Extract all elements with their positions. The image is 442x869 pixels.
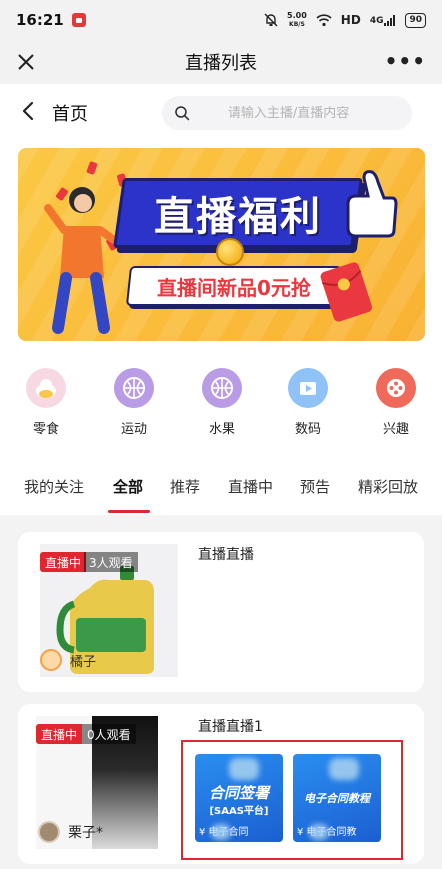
host-info: 栗子* [38, 821, 103, 843]
blur-mask [229, 758, 259, 780]
live-status-badge: 直播中 [36, 724, 83, 744]
net-speed-value: 5.00 [287, 11, 307, 20]
mute-bell-icon [264, 13, 278, 27]
banner-title: 直播福利 [154, 194, 322, 240]
live-card[interactable]: 直播中 0人观看 栗子* 直播直播1 合同签署 [SAAS平台] ¥ 电子合同 … [18, 704, 424, 864]
product-item[interactable]: 合同签署 [SAAS平台] ¥ 电子合同 [195, 754, 283, 842]
category-label: 兴趣 [382, 422, 409, 437]
promo-banner[interactable]: 直播福利 直播间新品0元抢 [18, 148, 425, 341]
nav-title: 直播列表 [185, 53, 257, 74]
banner-title-box: 直播福利 [113, 178, 363, 248]
tab-following[interactable]: 我的关注 [24, 476, 84, 497]
banner-subtitle: 直播间新品0元抢 [157, 275, 311, 300]
tab-active-indicator [108, 510, 150, 513]
video-icon [288, 368, 328, 408]
banner-subtitle-box: 直播间新品0元抢 [125, 266, 343, 306]
signal-icon [384, 14, 396, 26]
viewer-count-badge: 0人观看 [82, 724, 136, 744]
back-arrow-icon[interactable] [18, 100, 40, 122]
live-status-badge: 直播中 [40, 552, 87, 572]
close-icon[interactable] [14, 50, 38, 74]
battery-indicator: 90 [405, 12, 426, 28]
category-item[interactable]: 水果 [192, 368, 252, 437]
tab-all[interactable]: 全部 [113, 476, 143, 497]
tab-replay[interactable]: 精彩回放 [358, 476, 418, 497]
net-speed-unit: KB/S [289, 21, 305, 28]
tab-bar: 我的关注 全部 推荐 直播中 预告 精彩回放 [0, 476, 442, 514]
basketball-icon [114, 368, 154, 408]
more-options-button[interactable]: ••• [385, 51, 426, 71]
live-cover[interactable]: 直播中 0人观看 栗子* [36, 716, 158, 849]
category-label: 水果 [208, 422, 235, 437]
basketball-icon [202, 368, 242, 408]
search-box[interactable] [162, 96, 412, 130]
live-title[interactable]: 直播直播 [198, 544, 254, 564]
film-reel-icon [376, 368, 416, 408]
category-item[interactable]: 零食 [16, 368, 76, 437]
blur-mask [309, 824, 329, 840]
nav-bar: 直播列表 ••• [0, 40, 442, 84]
signal-label: 4G [369, 15, 384, 26]
category-label: 运动 [120, 422, 147, 437]
net-speed: 5.00 KB/S [287, 11, 307, 29]
snack-icon [26, 368, 66, 408]
category-label: 数码 [294, 422, 321, 437]
live-cover[interactable]: 直播中 3人观看 橘子 [40, 544, 178, 677]
thumbs-up-icon [346, 170, 398, 238]
category-item[interactable]: 兴趣 [366, 368, 426, 437]
category-item[interactable]: 运动 [104, 368, 164, 437]
product-title: 电子合同教程 [304, 792, 370, 805]
page-title: 首页 [52, 104, 88, 125]
host-info: 橘子 [40, 649, 96, 671]
product-subtitle: [SAAS平台] [209, 806, 269, 817]
status-icons: 5.00 KB/S HD 4G 90 [264, 11, 426, 29]
live-title[interactable]: 直播直播1 [198, 716, 263, 736]
status-time: 16:21 [16, 11, 64, 29]
avatar [40, 649, 62, 671]
product-item[interactable]: 电子合同教程 ¥ 电子合同教 [293, 754, 381, 842]
live-card[interactable]: 直播中 3人观看 橘子 直播直播 [18, 532, 424, 692]
signal-group: 4G [369, 14, 397, 26]
search-input[interactable] [227, 105, 412, 121]
search-icon [175, 106, 190, 121]
product-list: 合同签署 [SAAS平台] ¥ 电子合同 电子合同教程 ¥ 电子合同教 [181, 740, 403, 860]
viewer-count-badge: 3人观看 [84, 552, 138, 572]
red-envelope-icon [320, 262, 373, 322]
coin-icon [216, 238, 244, 266]
tab-recommended[interactable]: 推荐 [170, 476, 200, 497]
tab-preview[interactable]: 预告 [300, 476, 330, 497]
blur-mask [329, 758, 359, 780]
person-illustration [44, 187, 118, 334]
network-hd-label: HD [340, 13, 361, 27]
product-title: 合同签署 [208, 784, 269, 802]
page-header: 首页 [0, 84, 442, 140]
blur-mask [211, 824, 231, 840]
screen-record-icon [71, 13, 86, 27]
tab-live[interactable]: 直播中 [228, 476, 273, 497]
category-row: 零食 运动 水果 数码 兴趣 [0, 368, 442, 444]
category-item[interactable]: 数码 [278, 368, 338, 437]
host-name: 栗子* [68, 825, 103, 841]
host-name: 橘子 [70, 654, 97, 670]
status-bar: 16:21 5.00 KB/S HD 4G 90 [0, 0, 442, 40]
wifi-icon [316, 13, 332, 26]
avatar [38, 821, 60, 843]
category-label: 零食 [32, 422, 59, 437]
